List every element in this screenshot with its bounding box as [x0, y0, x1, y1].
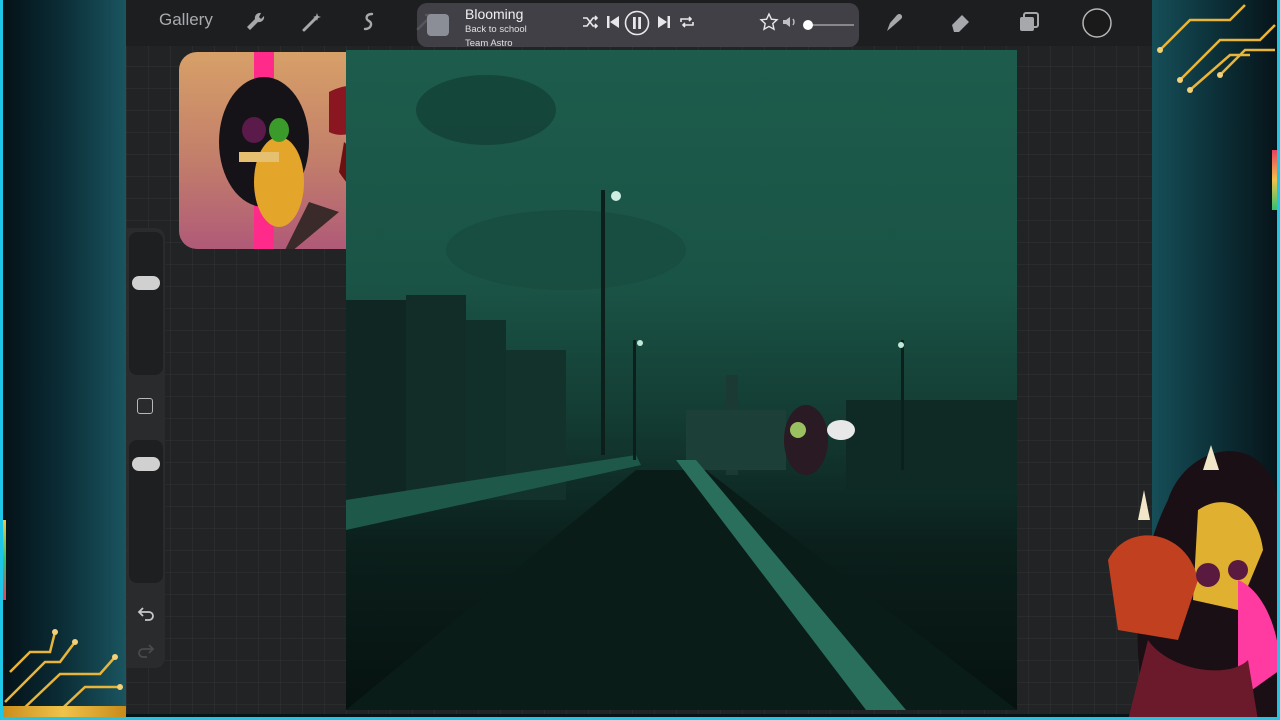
brush-size-slider[interactable] — [129, 232, 163, 375]
streamer-character-sticker — [1108, 445, 1280, 720]
favorite-star-icon[interactable] — [759, 12, 779, 32]
undo-icon[interactable] — [135, 603, 157, 625]
pause-icon[interactable] — [624, 10, 650, 36]
repeat-icon[interactable] — [677, 12, 697, 32]
circuit-decoration-bottom-left — [4, 629, 123, 720]
selection-icon[interactable] — [356, 9, 382, 35]
volume-slider-knob[interactable] — [803, 20, 813, 30]
rainbow-accent-right — [1272, 150, 1280, 210]
gold-strip-bottom-left — [0, 706, 126, 720]
modify-button[interactable] — [137, 398, 153, 414]
previous-icon[interactable] — [603, 12, 623, 32]
track-album: Back to school — [465, 24, 527, 35]
redo-icon[interactable] — [135, 640, 157, 662]
eraser-icon[interactable] — [948, 9, 974, 35]
color-swatch-icon[interactable] — [1081, 7, 1113, 39]
next-icon[interactable] — [654, 12, 674, 32]
shuffle-icon[interactable] — [580, 12, 600, 32]
smudge-icon[interactable] — [881, 9, 907, 35]
rainbow-accent-left — [0, 520, 6, 600]
opacity-thumb[interactable] — [132, 457, 160, 471]
album-art — [427, 14, 449, 36]
gallery-button[interactable]: Gallery — [159, 10, 213, 30]
track-artist: Team Astro — [465, 38, 513, 49]
circuit-decoration-top-right — [1157, 4, 1276, 93]
wrench-icon[interactable] — [243, 9, 269, 35]
magic-wand-icon[interactable] — [299, 9, 325, 35]
volume-slider-track[interactable] — [806, 24, 854, 26]
canvas-artwork — [346, 75, 1017, 710]
layers-icon[interactable] — [1016, 9, 1042, 35]
brush-size-thumb[interactable] — [132, 276, 160, 290]
volume-icon[interactable] — [780, 12, 800, 32]
drawing-canvas[interactable] — [346, 50, 1017, 710]
track-title: Blooming — [465, 6, 524, 22]
